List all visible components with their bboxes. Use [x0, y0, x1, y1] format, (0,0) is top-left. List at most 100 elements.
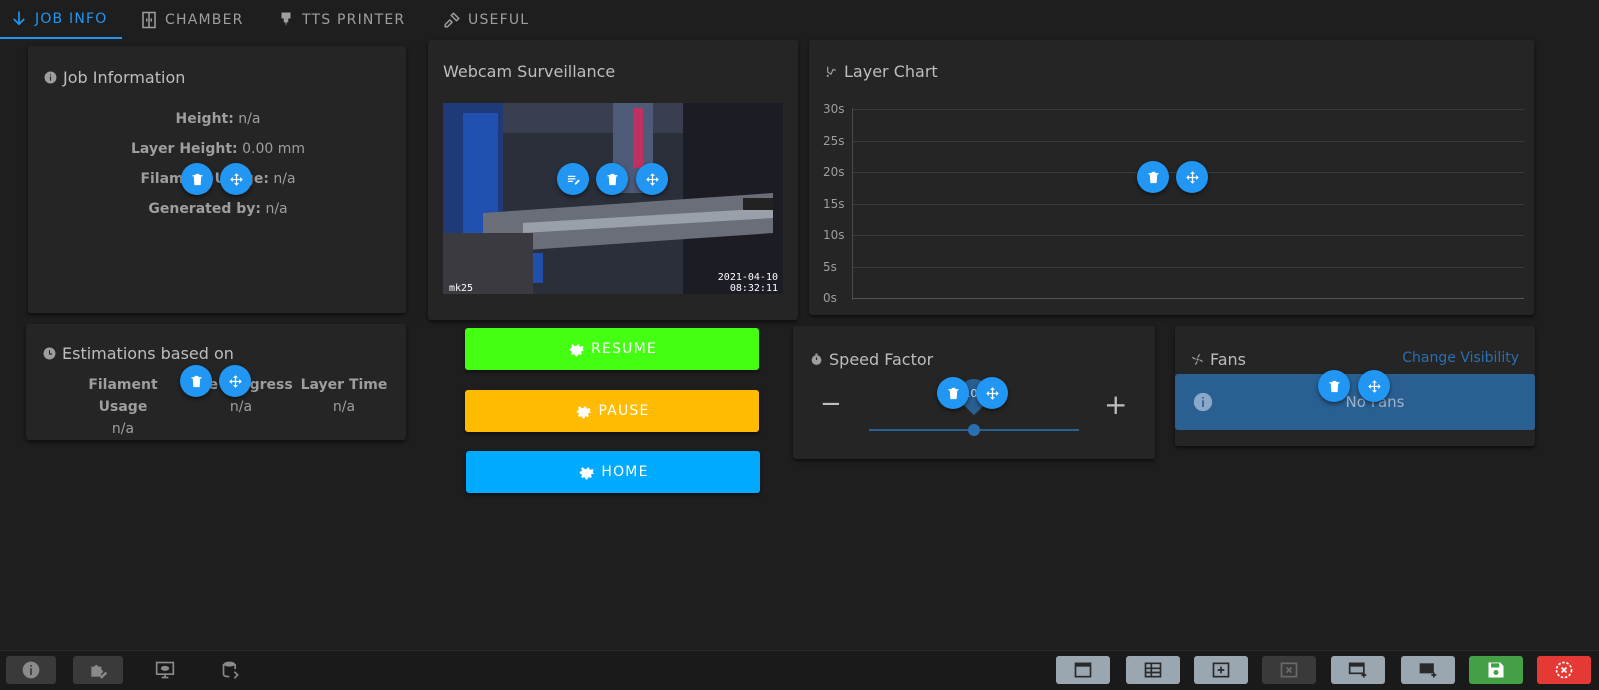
- estimation-value: n/a: [332, 399, 356, 415]
- add-tab-button[interactable]: [1331, 656, 1385, 684]
- layout-single-button[interactable]: [1056, 656, 1110, 684]
- estimations-card: Estimations based on Filament Usage n/a …: [26, 324, 406, 440]
- move-arrows-icon: [1367, 379, 1381, 393]
- move-widget-button[interactable]: [219, 365, 251, 397]
- tab-label: USEFUL: [468, 11, 530, 28]
- job-height-row: Height: n/a: [28, 111, 408, 127]
- grid-line: [852, 109, 1524, 110]
- estimation-layer-time: Layer Time n/a: [294, 374, 394, 418]
- download-arrow-icon: [13, 11, 25, 25]
- tab-label: JOB INFO: [35, 10, 108, 27]
- delete-widget-button[interactable]: [181, 163, 213, 195]
- increase-speed-button[interactable]: +: [1104, 388, 1127, 421]
- speed-factor-card: Speed Factor − + 100: [793, 326, 1155, 459]
- job-filament-usage-row: Filament Usage: n/a: [28, 171, 408, 187]
- webcam-date: 2021-04-10: [718, 272, 778, 283]
- close-box-icon: [1280, 662, 1298, 678]
- job-information-card: Job Information Height: n/a Layer Height…: [28, 46, 406, 313]
- delete-widget-button[interactable]: [1318, 370, 1350, 402]
- card-title: Webcam Surveillance: [443, 62, 616, 81]
- tab-job-info[interactable]: JOB INFO: [0, 0, 122, 39]
- move-arrows-icon: [228, 374, 242, 388]
- move-widget-button[interactable]: [636, 163, 668, 195]
- delete-widget-button[interactable]: [180, 365, 212, 397]
- clock-icon: [43, 347, 56, 360]
- trash-icon: [607, 173, 617, 185]
- delete-widget-button[interactable]: [937, 377, 969, 409]
- estimation-label: Layer Time: [300, 377, 388, 393]
- row-value: n/a: [265, 201, 288, 217]
- move-widget-button[interactable]: [1176, 161, 1208, 193]
- tab-chamber[interactable]: CHAMBER: [140, 0, 244, 39]
- monitor-plus-icon: [1419, 663, 1437, 678]
- stopwatch-icon: [811, 353, 822, 365]
- card-title: Speed Factor: [829, 350, 934, 369]
- move-widget-button[interactable]: [1358, 370, 1390, 402]
- move-widget-button[interactable]: [976, 377, 1008, 409]
- monitor-view-button[interactable]: [140, 656, 190, 684]
- row-value: n/a: [238, 111, 261, 127]
- decrease-speed-button[interactable]: −: [820, 389, 842, 419]
- webcam-label: mk25: [449, 283, 473, 294]
- estimation-filament-usage: Filament Usage n/a: [73, 374, 173, 440]
- add-box-icon: [1212, 662, 1230, 678]
- grid-line: [852, 140, 1524, 142]
- move-arrows-icon: [645, 172, 659, 186]
- change-visibility-link[interactable]: Change Visibility: [1402, 350, 1519, 366]
- trash-icon: [192, 173, 202, 185]
- close-circle-icon: [1555, 661, 1573, 679]
- remove-widget-button[interactable]: [1262, 656, 1316, 684]
- estimation-value: n/a: [111, 421, 135, 437]
- webcam-stream[interactable]: 2021-04-10 08:32:11 mk25: [443, 103, 783, 294]
- y-tick-label: 0s: [823, 291, 837, 305]
- database-icon: [222, 661, 239, 679]
- job-layer-height-row: Layer Height: 0.00 mm: [28, 141, 408, 157]
- add-dashboard-button[interactable]: [1401, 656, 1455, 684]
- database-button[interactable]: [206, 656, 256, 684]
- info-icon: [44, 71, 57, 84]
- card-header: Job Information: [44, 68, 185, 87]
- save-icon: [1488, 662, 1504, 678]
- card-header: Estimations based on: [43, 344, 234, 363]
- fan-icon: [1192, 354, 1203, 365]
- tab-tts-printer[interactable]: TTS PRINTER: [277, 0, 405, 39]
- pause-button[interactable]: PAUSE: [465, 390, 759, 432]
- y-tick-label: 20s: [823, 165, 845, 179]
- layer-chart-card: Layer Chart: [809, 40, 1534, 315]
- delete-widget-button[interactable]: [1137, 161, 1169, 193]
- speed-slider-thumb[interactable]: [968, 424, 980, 436]
- gear-icon: [569, 344, 585, 357]
- info-icon: [22, 661, 40, 679]
- card-header: Layer Chart: [825, 62, 938, 81]
- cancel-button[interactable]: [1537, 656, 1591, 684]
- fans-card: Fans Change Visibility No Fans: [1175, 326, 1535, 446]
- row-label: Height:: [175, 111, 234, 127]
- job-generated-by-row: Generated by: n/a: [28, 201, 408, 217]
- y-tick-label: 15s: [823, 196, 845, 211]
- edit-plugins-button[interactable]: [73, 656, 123, 684]
- layout-grid-button[interactable]: [1126, 656, 1180, 684]
- trash-icon: [1148, 171, 1158, 183]
- trash-icon: [948, 387, 958, 399]
- move-widget-button[interactable]: [220, 163, 252, 195]
- grid-line: [852, 298, 1524, 299]
- door-icon: [142, 11, 156, 28]
- delete-widget-button[interactable]: [596, 163, 628, 195]
- y-tick-label: 25s: [823, 133, 845, 148]
- move-arrows-icon: [1185, 170, 1199, 184]
- y-tick-label: 5s: [823, 259, 837, 274]
- tab-useful[interactable]: USEFUL: [443, 0, 529, 39]
- grid-line: [852, 235, 1524, 236]
- home-button[interactable]: HOME: [466, 451, 760, 493]
- add-widget-button[interactable]: [1194, 656, 1248, 684]
- move-arrows-icon: [985, 386, 999, 400]
- edit-widget-button[interactable]: [557, 163, 589, 195]
- button-label: HOME: [601, 464, 649, 480]
- printer-nozzle-icon: [281, 12, 291, 26]
- info-button[interactable]: [6, 656, 56, 684]
- tools-icon: [444, 11, 460, 27]
- resume-button[interactable]: RESUME: [465, 328, 759, 370]
- card-header: Speed Factor: [810, 350, 933, 369]
- y-tick-label: 30s: [823, 102, 845, 116]
- save-button[interactable]: [1469, 656, 1523, 684]
